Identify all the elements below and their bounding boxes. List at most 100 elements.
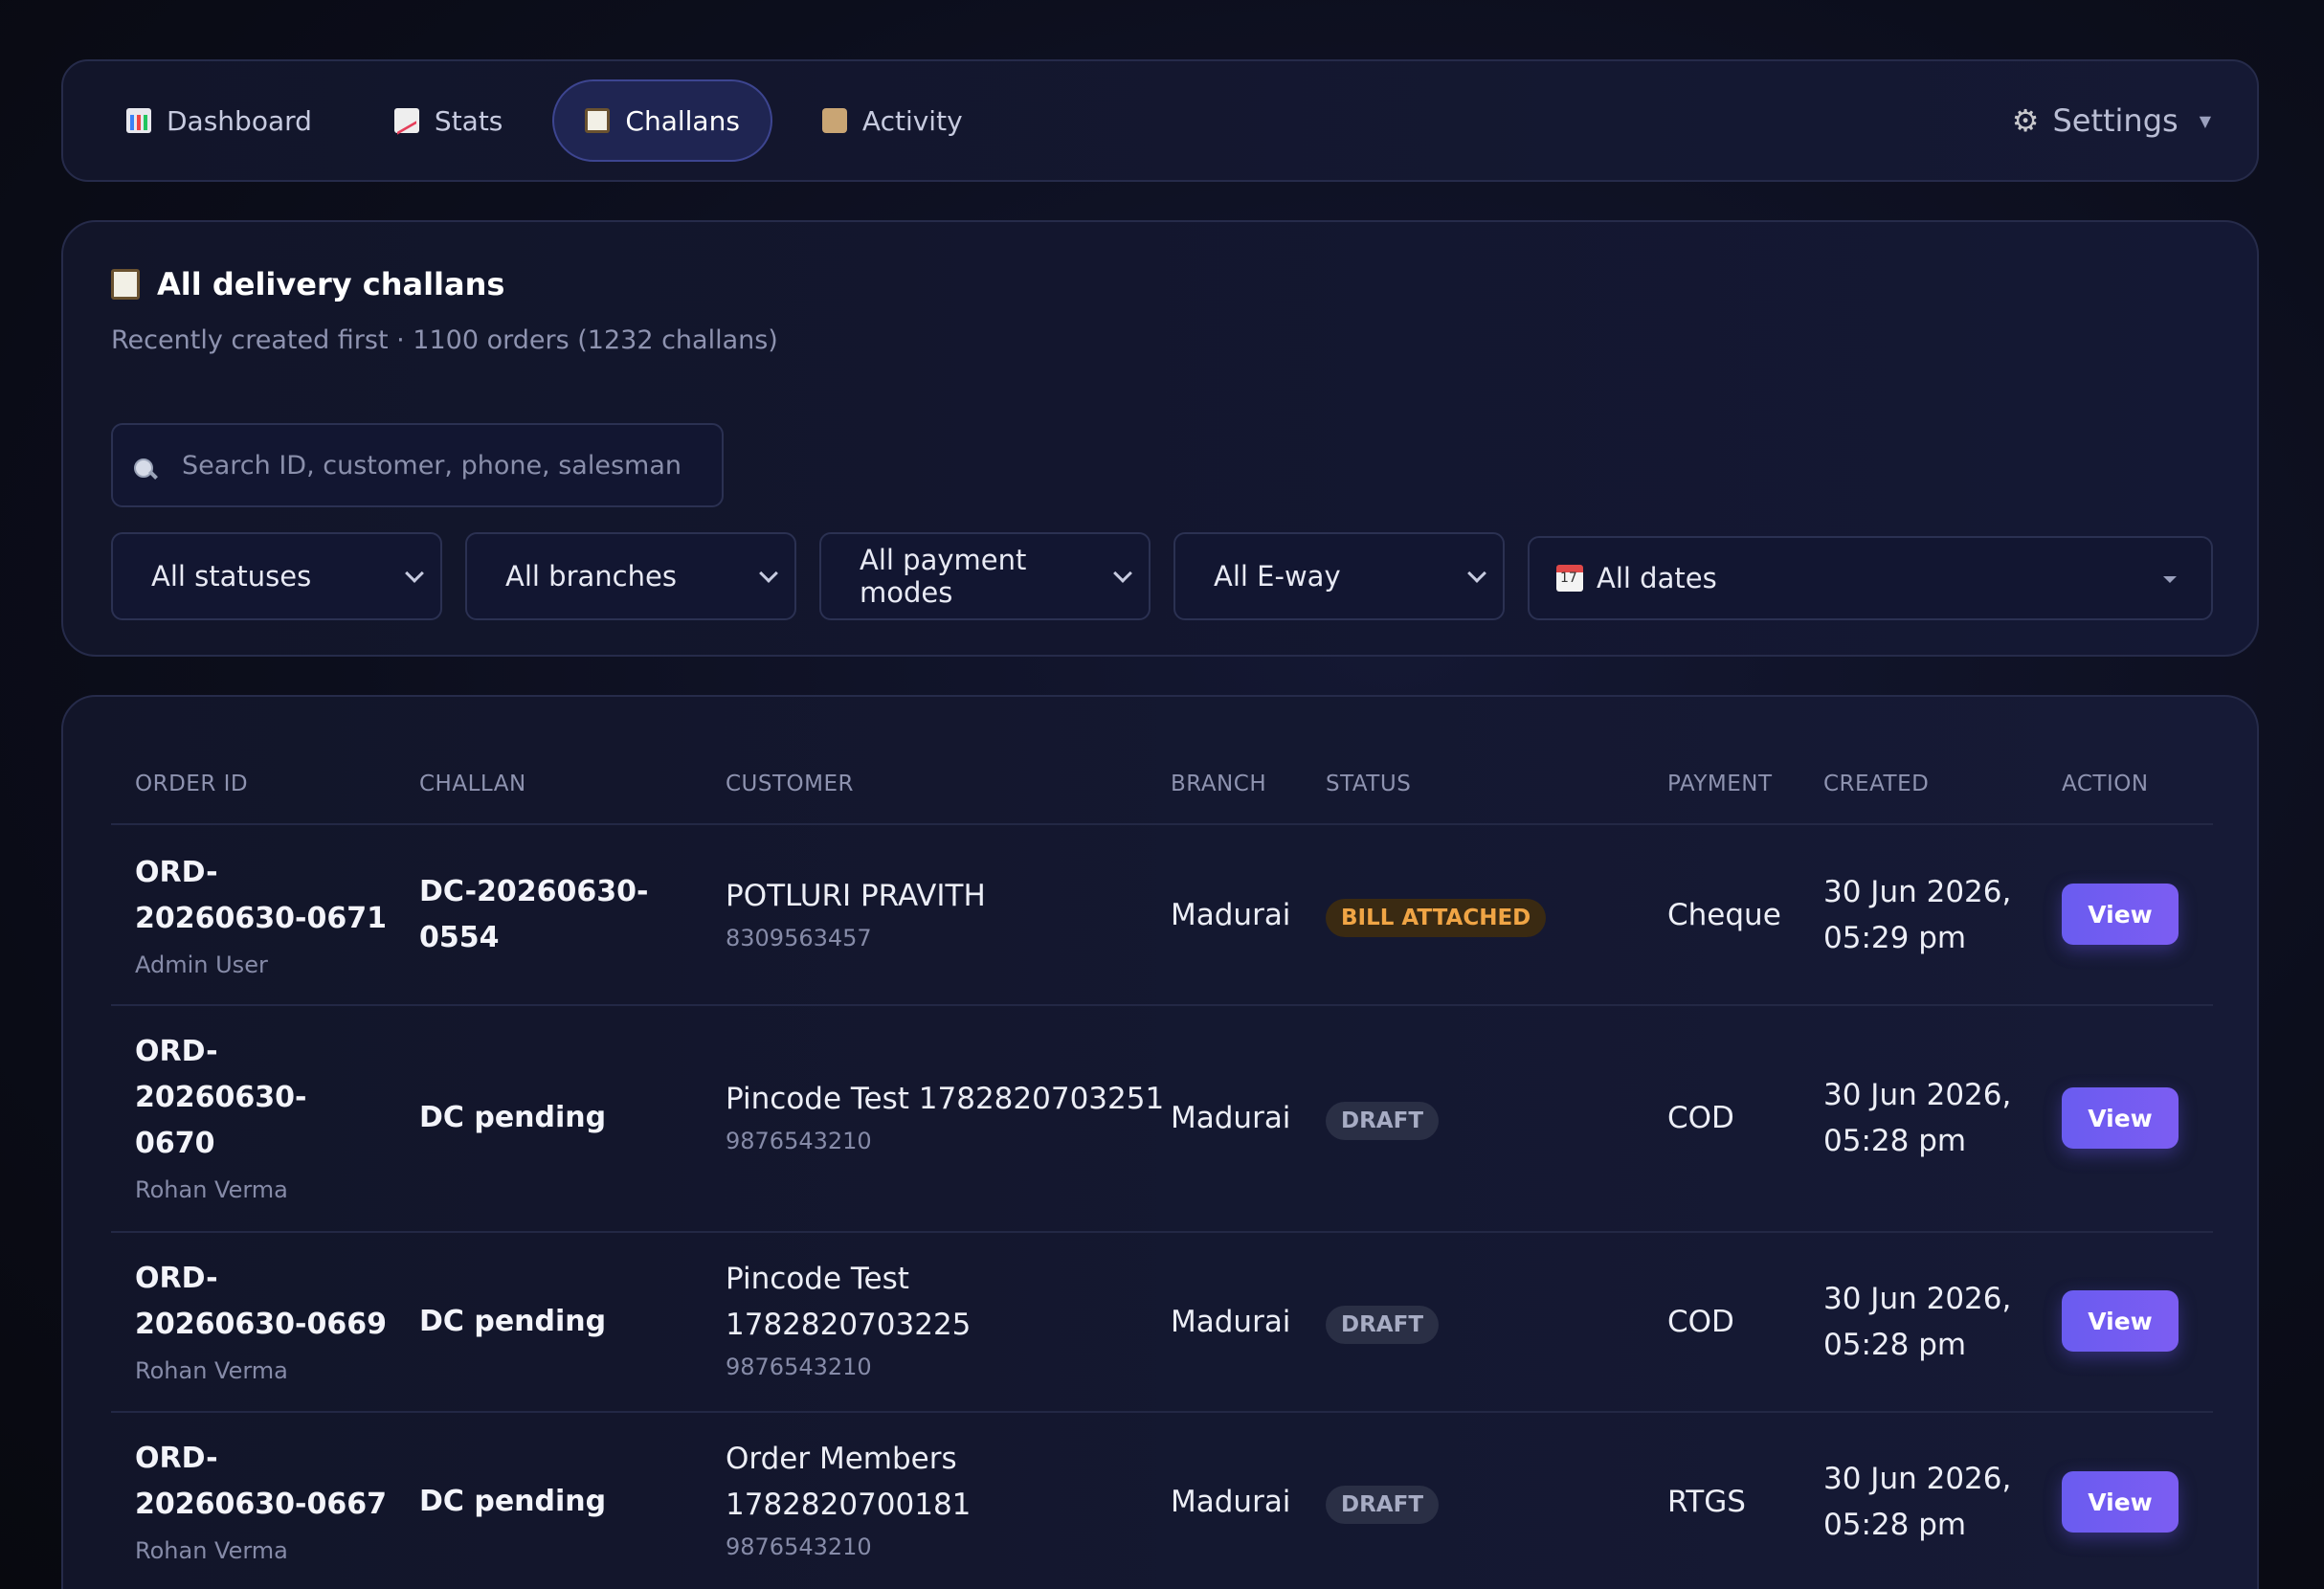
top-nav: Dashboard Stats Challans Activity ⚙ Sett…	[61, 59, 2259, 182]
clipboard-icon	[111, 269, 140, 300]
divider	[111, 1411, 2213, 1413]
customer-name: Order Members	[726, 1442, 957, 1476]
order-id: ORD-	[135, 1035, 218, 1068]
branch-cell: Madurai	[1171, 1101, 1291, 1135]
view-button[interactable]: View	[2062, 1290, 2179, 1352]
tab-challans[interactable]: Challans	[552, 79, 772, 162]
header-action: ACTION	[2062, 772, 2149, 796]
payment-cell: RTGS	[1667, 1485, 1746, 1519]
created-by: Rohan Verma	[135, 1176, 288, 1203]
customer-cell: Pincode Test 1782820703251 9876543210	[726, 1076, 1164, 1160]
bar-chart-icon	[126, 108, 151, 133]
eway-filter-value: All E-way	[1214, 560, 1341, 593]
branch-filter-select[interactable]: All branches	[465, 532, 796, 620]
customer-name: 1782820703225	[726, 1308, 972, 1342]
challan-cell: DC pending	[419, 1479, 606, 1525]
order-id-cell: ORD- 20260630-0671 Admin User	[135, 850, 387, 984]
payment-filter-value: All payment modes	[860, 544, 1027, 609]
status-badge: DRAFT	[1326, 1486, 1440, 1524]
scroll-icon	[821, 108, 847, 133]
customer-phone: 9876543210	[726, 1354, 872, 1380]
created-time: 05:28 pm	[1823, 1508, 1967, 1542]
order-id: ORD-	[135, 1262, 218, 1295]
challan-id: 0554	[419, 921, 500, 954]
eway-filter-select[interactable]: All E-way	[1173, 532, 1505, 620]
customer-name: 1782820700181	[726, 1488, 972, 1522]
status-filter-select[interactable]: All statuses	[111, 532, 442, 620]
chevron-down-icon	[1113, 564, 1132, 583]
date-filter-select[interactable]: All dates	[1528, 536, 2213, 620]
payment-filter-select[interactable]: All payment modes	[819, 532, 1151, 620]
settings-menu[interactable]: ⚙ Settings ▼	[2012, 102, 2226, 139]
challan-status: DC pending	[419, 1305, 607, 1338]
challan-status: DC pending	[419, 1101, 607, 1134]
created-time: 05:28 pm	[1823, 1124, 1967, 1158]
order-id: 0670	[135, 1127, 215, 1160]
chevron-down-icon	[759, 564, 778, 583]
header-challan[interactable]: CHALLAN	[419, 772, 526, 796]
header-branch[interactable]: BRANCH	[1171, 772, 1266, 796]
customer-cell: Pincode Test 1782820703225 9876543210	[726, 1256, 971, 1386]
customer-phone: 8309563457	[726, 925, 872, 951]
tab-label: Activity	[861, 104, 963, 137]
status-badge: BILL ATTACHED	[1326, 899, 1547, 937]
customer-name: POTLURI PRAVITH	[726, 879, 986, 913]
created-date: 30 Jun 2026,	[1823, 1462, 2012, 1496]
order-id: 20260630-0669	[135, 1308, 387, 1341]
created-date: 30 Jun 2026,	[1823, 1078, 2012, 1112]
created-cell: 30 Jun 2026, 05:28 pm	[1823, 1456, 2011, 1548]
view-button[interactable]: View	[2062, 1471, 2179, 1533]
clipboard-icon	[585, 108, 611, 133]
date-filter-value: All dates	[1597, 562, 1717, 594]
header-created[interactable]: CREATED	[1823, 772, 1929, 796]
header-payment[interactable]: PAYMENT	[1667, 772, 1773, 796]
chevron-down-icon	[1467, 564, 1486, 583]
header-customer[interactable]: CUSTOMER	[726, 772, 854, 796]
view-button[interactable]: View	[2062, 884, 2179, 945]
customer-cell: Order Members 1782820700181 9876543210	[726, 1436, 971, 1566]
challan-id: DC-20260630-	[419, 875, 649, 908]
status-badge: DRAFT	[1326, 1102, 1440, 1140]
header-status[interactable]: STATUS	[1326, 772, 1411, 796]
created-cell: 30 Jun 2026, 05:28 pm	[1823, 1276, 2011, 1368]
page-subtitle: Recently created first · 1100 orders (12…	[111, 325, 778, 355]
created-time: 05:28 pm	[1823, 1328, 1967, 1362]
order-id: 20260630-	[135, 1081, 307, 1114]
settings-label: Settings	[2052, 102, 2179, 139]
view-button[interactable]: View	[2062, 1087, 2179, 1149]
tab-activity[interactable]: Activity	[790, 79, 995, 162]
created-date: 30 Jun 2026,	[1823, 875, 2012, 909]
gear-icon: ⚙	[2011, 102, 2040, 139]
customer-name: Pincode Test	[726, 1262, 909, 1296]
customer-cell: POTLURI PRAVITH 8309563457	[726, 873, 986, 957]
created-cell: 30 Jun 2026, 05:29 pm	[1823, 869, 2011, 961]
order-id-cell: ORD- 20260630-0667 Rohan Verma	[135, 1436, 387, 1570]
tab-stats[interactable]: Stats	[362, 79, 535, 162]
tab-dashboard[interactable]: Dashboard	[94, 79, 345, 162]
customer-phone: 9876543210	[726, 1128, 872, 1154]
page-title: All delivery challans	[111, 266, 504, 302]
search-icon	[132, 451, 161, 480]
payment-cell: COD	[1667, 1305, 1734, 1339]
challan-cell: DC-20260630- 0554	[419, 869, 649, 961]
search-input[interactable]	[182, 450, 680, 481]
calendar-icon	[1556, 565, 1583, 592]
branch-cell: Madurai	[1171, 1485, 1291, 1519]
order-id: ORD-	[135, 1442, 218, 1475]
branch-cell: Madurai	[1171, 898, 1291, 932]
branch-cell: Madurai	[1171, 1305, 1291, 1339]
search-box[interactable]	[111, 423, 724, 507]
order-id-cell: ORD- 20260630- 0670 Rohan Verma	[135, 1029, 306, 1209]
created-time: 05:29 pm	[1823, 921, 1967, 955]
status-badge: DRAFT	[1326, 1306, 1440, 1344]
tab-label: Challans	[625, 104, 740, 137]
caret-down-icon: ▼	[2199, 111, 2211, 130]
header-order-id[interactable]: ORDER ID	[135, 772, 248, 796]
chevron-down-icon	[405, 564, 424, 583]
customer-name: Pincode Test 1782820703251	[726, 1082, 1165, 1116]
filters-card: All delivery challans Recently created f…	[61, 220, 2259, 657]
tab-label: Dashboard	[167, 104, 312, 137]
challan-cell: DC pending	[419, 1095, 606, 1141]
order-id: ORD-	[135, 856, 218, 889]
page-title-text: All delivery challans	[157, 266, 505, 302]
